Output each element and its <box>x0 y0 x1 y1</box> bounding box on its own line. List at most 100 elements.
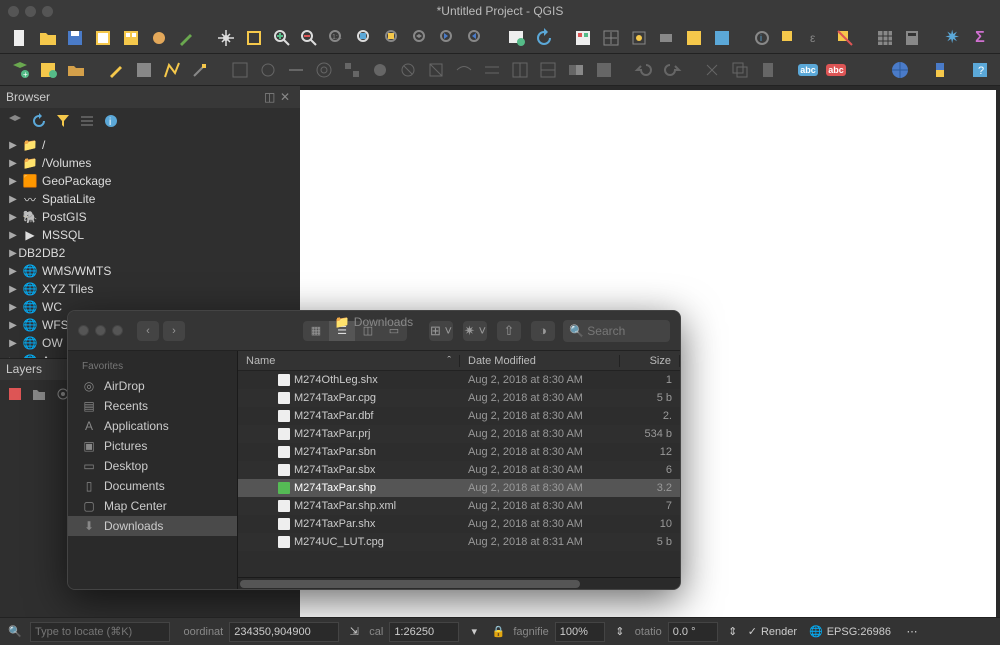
finder-minimize-btn[interactable] <box>95 325 106 336</box>
new-print-layout-button[interactable] <box>91 26 115 50</box>
zoom-last-button[interactable] <box>436 26 460 50</box>
add-layer-icon[interactable] <box>6 112 24 130</box>
magnifier-stepper[interactable]: ⇕ <box>611 623 629 641</box>
finder-share-button[interactable]: ⇧ <box>497 321 521 341</box>
expand-arrow-icon[interactable]: ▶ <box>8 302 18 313</box>
zoom-native-button[interactable]: 1:1 <box>325 26 349 50</box>
locator-input[interactable] <box>30 622 170 642</box>
data-source-manager-button[interactable] <box>571 26 595 50</box>
finder-zoom-btn[interactable] <box>112 325 123 336</box>
minimize-window-btn[interactable] <box>25 6 36 17</box>
diagram-button[interactable]: abc <box>824 58 848 82</box>
add-raster-layer-button[interactable] <box>36 58 60 82</box>
add-part-button[interactable] <box>340 58 364 82</box>
coord-input[interactable] <box>229 622 339 642</box>
pan-button[interactable] <box>214 26 238 50</box>
open-project-button[interactable] <box>36 26 60 50</box>
panel-undock-icon[interactable]: ◫ <box>264 90 278 104</box>
zoom-window-btn[interactable] <box>42 6 53 17</box>
browser-item[interactable]: ▶🌐WMS/WMTS <box>4 262 296 280</box>
finder-group-button[interactable]: ⊞ ˅ <box>429 321 453 341</box>
expand-arrow-icon[interactable]: ▶ <box>8 140 18 151</box>
cut-features-button[interactable] <box>700 58 724 82</box>
browser-item[interactable]: ▶〰SpatiaLite <box>4 190 296 208</box>
refresh-browser-icon[interactable] <box>30 112 48 130</box>
merge-attributes-button[interactable] <box>592 58 616 82</box>
panel-close-icon[interactable]: ✕ <box>280 90 294 104</box>
filter-browser-icon[interactable] <box>54 112 72 130</box>
new-project-button[interactable] <box>8 26 32 50</box>
redo-button[interactable] <box>660 58 684 82</box>
finder-sidebar-item[interactable]: ▭Desktop <box>68 456 237 476</box>
zoom-selection-button[interactable] <box>381 26 405 50</box>
file-row[interactable]: M274OthLeg.shxAug 2, 2018 at 8:30 AM1 <box>238 371 680 389</box>
finder-sidebar-item[interactable]: ▤Recents <box>68 396 237 416</box>
help-button[interactable]: ? <box>968 58 992 82</box>
layers-add-group-icon[interactable] <box>30 385 48 403</box>
collapse-all-icon[interactable] <box>78 112 96 130</box>
scrollbar-thumb[interactable] <box>240 580 580 588</box>
new-map-view-button[interactable] <box>504 26 528 50</box>
expand-arrow-icon[interactable]: ▶ <box>8 284 18 295</box>
split-parts-button[interactable] <box>536 58 560 82</box>
expand-arrow-icon[interactable]: ▶ <box>8 212 18 223</box>
delete-part-button[interactable] <box>424 58 448 82</box>
browser-item[interactable]: ▶📁/ <box>4 136 296 154</box>
fill-ring-button[interactable] <box>368 58 392 82</box>
new-spatialite-button[interactable] <box>655 26 679 50</box>
properties-icon[interactable]: i <box>102 112 120 130</box>
browser-item[interactable]: ▶DB2DB2 <box>4 244 296 262</box>
layers-style-icon[interactable] <box>6 385 24 403</box>
statistics-button[interactable]: Σ <box>968 26 992 50</box>
finder-action-button[interactable]: ✷ ˅ <box>463 321 487 341</box>
messages-button[interactable]: ⋯ <box>903 623 921 641</box>
save-edits-button[interactable] <box>132 58 156 82</box>
paste-features-button[interactable] <box>756 58 780 82</box>
file-row[interactable]: M274TaxPar.prjAug 2, 2018 at 8:30 AM534 … <box>238 425 680 443</box>
lock-scale-icon[interactable]: 🔒 <box>489 623 507 641</box>
toggle-editing-button[interactable] <box>104 58 128 82</box>
browser-item[interactable]: ▶🌐XYZ Tiles <box>4 280 296 298</box>
deselect-button[interactable] <box>833 26 857 50</box>
finder-sidebar-item[interactable]: ▣Pictures <box>68 436 237 456</box>
finder-horiz-scrollbar[interactable] <box>238 577 680 589</box>
zoom-in-button[interactable] <box>270 26 294 50</box>
attribute-table-button[interactable] <box>873 26 897 50</box>
label-button[interactable]: abc <box>796 58 820 82</box>
add-vector-layer-button[interactable]: + <box>8 58 32 82</box>
file-row[interactable]: M274TaxPar.sbxAug 2, 2018 at 8:30 AM6 <box>238 461 680 479</box>
new-memory-layer-button[interactable] <box>710 26 734 50</box>
expand-arrow-icon[interactable]: ▶ <box>8 266 18 277</box>
rotation-stepper[interactable]: ⇕ <box>724 623 742 641</box>
move-feature-button[interactable] <box>228 58 252 82</box>
simplify-feature-button[interactable] <box>284 58 308 82</box>
save-project-button[interactable] <box>64 26 88 50</box>
identify-button[interactable]: i <box>750 26 774 50</box>
split-features-button[interactable] <box>508 58 532 82</box>
finder-sidebar-item[interactable]: AApplications <box>68 416 237 436</box>
expand-arrow-icon[interactable]: ▶ <box>8 248 18 259</box>
close-window-btn[interactable] <box>8 6 19 17</box>
crs-button[interactable]: 🌐 EPSG:26986 <box>803 625 897 638</box>
pan-to-selection-button[interactable] <box>242 26 266 50</box>
layout-manager-button[interactable] <box>119 26 143 50</box>
field-calculator-button[interactable] <box>901 26 925 50</box>
rotate-feature-button[interactable] <box>256 58 280 82</box>
copy-features-button[interactable] <box>728 58 752 82</box>
edit-style-button[interactable] <box>175 26 199 50</box>
delete-ring-button[interactable] <box>396 58 420 82</box>
select-by-expr-button[interactable]: ε <box>805 26 829 50</box>
toolbox-button[interactable]: ✷ <box>940 26 964 50</box>
expand-arrow-icon[interactable]: ▶ <box>8 158 18 169</box>
col-name[interactable]: Nameˆ <box>238 355 460 367</box>
zoom-next-button[interactable] <box>464 26 488 50</box>
new-shapefile-button[interactable] <box>627 26 651 50</box>
reshape-button[interactable] <box>452 58 476 82</box>
finder-sidebar-item[interactable]: ◎AirDrop <box>68 376 237 396</box>
expand-arrow-icon[interactable]: ▶ <box>8 338 18 349</box>
magnifier-input[interactable] <box>555 622 605 642</box>
new-geopackage-button[interactable] <box>599 26 623 50</box>
refresh-button[interactable] <box>532 26 556 50</box>
finder-view-icons[interactable]: ▦ <box>303 321 329 341</box>
expand-arrow-icon[interactable]: ▶ <box>8 176 18 187</box>
